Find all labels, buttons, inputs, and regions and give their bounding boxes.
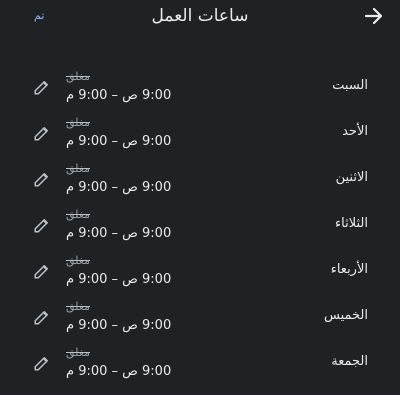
top-app-bar: تم ساعات العمل [0, 0, 400, 34]
day-label: الأحد [342, 124, 368, 139]
day-row-tuesday[interactable]: مغلق 9:00 ص – 9:00 م الثلاثاء [0, 200, 400, 246]
day-row-monday[interactable]: مغلق 9:00 ص – 9:00 م الاثنين [0, 154, 400, 200]
hours-value: 9:00 ص – 9:00 م [66, 364, 172, 379]
pencil-icon[interactable] [33, 308, 51, 326]
day-label: الثلاثاء [335, 216, 368, 231]
pencil-icon[interactable] [33, 170, 51, 188]
arrow-right-icon[interactable] [362, 4, 386, 28]
closed-label: مغلق [66, 70, 91, 83]
day-row-thursday[interactable]: مغلق 9:00 ص – 9:00 م الخميس [0, 292, 400, 338]
day-label: الأربعاء [330, 262, 368, 277]
hours-value: 9:00 ص – 9:00 م [66, 180, 172, 195]
hours-value: 9:00 ص – 9:00 م [66, 88, 172, 103]
day-row-sunday[interactable]: مغلق 9:00 ص – 9:00 م الأحد [0, 108, 400, 154]
closed-label: مغلق [66, 208, 91, 221]
closed-label: مغلق [66, 300, 91, 313]
pencil-icon[interactable] [33, 262, 51, 280]
closed-label: مغلق [66, 254, 91, 267]
hours-value: 9:00 ص – 9:00 م [66, 226, 172, 241]
pencil-icon[interactable] [33, 124, 51, 142]
pencil-icon[interactable] [33, 78, 51, 96]
pencil-icon[interactable] [33, 216, 51, 234]
day-row-friday[interactable]: مغلق 9:00 ص – 9:00 م الجمعة [0, 338, 400, 384]
day-row-saturday[interactable]: مغلق 9:00 ص – 9:00 م السبت [0, 62, 400, 108]
hours-value: 9:00 ص – 9:00 م [66, 318, 172, 333]
hours-value: 9:00 ص – 9:00 م [66, 134, 172, 149]
day-label: الجمعة [331, 354, 368, 369]
page-title: ساعات العمل [151, 6, 249, 26]
day-row-wednesday[interactable]: مغلق 9:00 ص – 9:00 م الأربعاء [0, 246, 400, 292]
hours-value: 9:00 ص – 9:00 م [66, 272, 172, 287]
day-label: الاثنين [335, 170, 368, 185]
closed-label: مغلق [66, 162, 91, 175]
pencil-icon[interactable] [33, 354, 51, 372]
days-list: مغلق 9:00 ص – 9:00 م السبت مغلق 9:00 ص –… [0, 62, 400, 384]
day-label: الخميس [324, 308, 368, 323]
closed-label: مغلق [66, 116, 91, 129]
day-label: السبت [332, 78, 368, 93]
closed-label: مغلق [66, 346, 91, 359]
business-hours-screen: تم ساعات العمل مغلق 9:00 ص – 9:00 م السب… [0, 0, 400, 395]
